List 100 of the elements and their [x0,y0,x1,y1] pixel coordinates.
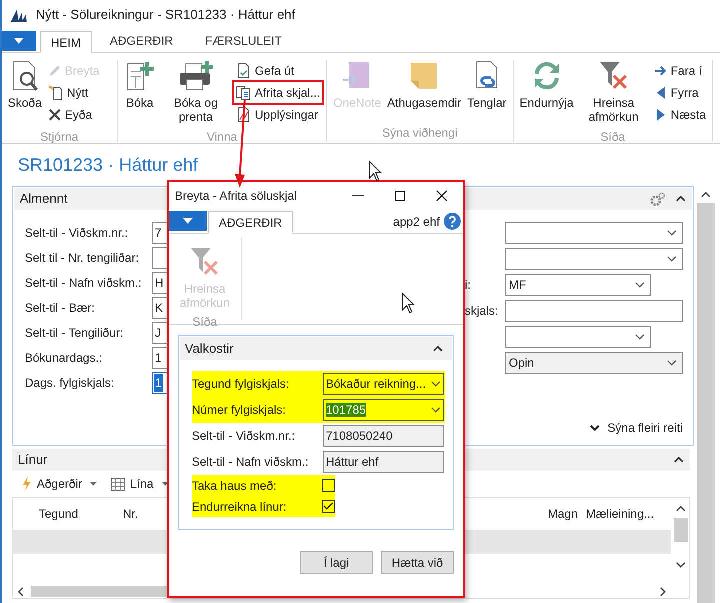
dialog-button[interactable]: Hætta við [381,551,454,574]
ribbon-button[interactable]: Upplýsingar [234,104,322,125]
pencil-icon [48,64,62,78]
ribbon-button[interactable]: Bóka [122,60,158,110]
ribbon-button[interactable]: Eyða [46,104,102,125]
gear-icon [650,192,666,206]
dropdown-field[interactable] [505,248,683,270]
scroll-down-icon [676,562,686,568]
maximize-icon [393,189,407,203]
chevron-down-icon [667,360,677,366]
chevron-down-icon [590,425,600,431]
page-title: SR101233 · Háttur ehf [18,154,198,177]
ribbon-button[interactable]: Bóka og prenta [160,60,232,124]
scroll-right-icon [659,586,667,596]
field-label: Númer fylgiskjals: [192,402,288,419]
field-label: Endurreikna línur: [192,498,288,516]
field-label: Selt til - Nr. tengiliðar: [25,250,140,267]
ribbon-button[interactable]: Endurnýja [518,60,576,110]
help-icon[interactable] [444,213,461,230]
group-label: Vinna [206,129,238,146]
arrow-right-icon [654,64,668,76]
menu-button[interactable] [169,211,207,231]
close-icon [48,108,62,122]
chevron-down-icon [667,256,677,262]
field-label: Bókunardags.: [25,350,104,367]
show-more-link[interactable]: Sýna fleiri reiti [590,419,683,437]
tab[interactable]: AÐGERÐIR [208,211,294,234]
scroll-up-icon [676,506,686,512]
dropdown-field[interactable]: Bókaður reikning... [323,373,444,395]
window-title: Nýtt - Sölureikningur - SR101233 · Háttur ehf [36,6,296,24]
scroll-up-icon [701,192,711,198]
caret-icon [90,482,98,486]
chevron-down-icon [667,230,677,236]
field-label: Selt-til - Viðskm.nr.: [25,225,130,242]
chevron-down-icon [635,334,645,340]
chevron-down-icon [431,407,441,413]
chevron-down-icon [635,282,645,288]
field-label: skjals: [465,304,498,318]
checkbox[interactable] [322,500,335,513]
ribbon-button[interactable]: Skoða [6,60,44,110]
cursor-icon [402,292,416,314]
dropdown-field[interactable]: MF [505,274,651,296]
company-name: app2 ehf [393,214,440,230]
group-label: Sýna viðhengi [381,125,459,142]
field-label: Selt-til - Viðskm.nr.: [192,428,296,445]
collapse-icon [676,196,686,202]
group-label: Síða [192,314,218,331]
ribbon-button[interactable]: Fara í [652,60,708,81]
input-field: Háttur ehf [323,451,444,473]
scroll-left-icon [17,586,25,596]
field-label: Selt-til - Tengiliður: [25,325,124,342]
input-field[interactable] [505,300,683,322]
toolbar-button[interactable]: Aðgerðir [22,475,98,493]
dropdown-field[interactable] [505,222,683,244]
group-label: Stjórna [39,129,80,146]
ribbon-button[interactable]: Næsta [652,104,708,125]
column-header: Nr. [123,507,138,521]
checkmark-icon [323,502,334,511]
ribbon-button[interactable]: Tenglar [465,60,509,110]
group-label: Síða [600,129,626,146]
dropdown-field[interactable]: Opin [505,352,683,374]
table-icon [111,478,126,490]
ribbon-button[interactable]: Gefa út [234,60,322,81]
tab[interactable]: FÆRSLULEIT [193,30,294,52]
caret-icon [183,218,193,224]
field-label: Tegund fylgiskjals: [192,376,290,393]
new-document-icon [48,84,64,100]
section-title: Almennt [20,190,68,208]
dropdown-field[interactable]: 101785 [323,399,444,421]
lightning-icon [22,477,32,491]
field-label: i: [465,278,471,292]
ribbon-button[interactable]: Nýtt [46,82,102,103]
ribbon-button[interactable]: Hreinsa afmörkun [578,60,650,124]
ribbon-button[interactable]: Fyrra [652,82,708,103]
menu-button[interactable] [2,31,36,51]
dialog-button[interactable]: Í lagi [300,551,373,574]
clear-filter-icon [598,60,630,92]
close-icon [435,189,449,203]
tab[interactable]: HEIM [40,31,92,53]
tab[interactable]: AÐGERÐIR [98,30,186,52]
ribbon-button[interactable]: Athugasemdir [385,60,464,110]
ribbon-button[interactable]: Afrita skjal... [234,82,322,103]
caret-icon [14,38,24,44]
checkbox[interactable] [322,479,335,492]
field-label: Taka haus með: [192,478,278,494]
minimize-icon [352,195,364,197]
column-header: Magn [548,507,578,521]
field-label: Selt-til - Bær: [25,300,96,317]
clear-filter-icon [189,246,221,278]
input-field: 7108050240 [323,425,444,447]
field-label: Selt-til - Nafn viðskm.: [192,454,310,471]
field-label: Selt-til - Nafn viðskm.: [25,275,143,292]
chevron-down-icon [431,381,441,387]
section-title: Línur [18,451,48,470]
column-header: Tegund [39,507,78,521]
dropdown-field[interactable] [505,326,651,348]
column-header: Mælieining... [586,507,654,521]
copy-documents-icon [236,84,252,100]
dialog-title: Breyta - Afrita söluskjal [175,188,298,205]
field-label: Dags. fylgiskjals: [25,375,116,392]
